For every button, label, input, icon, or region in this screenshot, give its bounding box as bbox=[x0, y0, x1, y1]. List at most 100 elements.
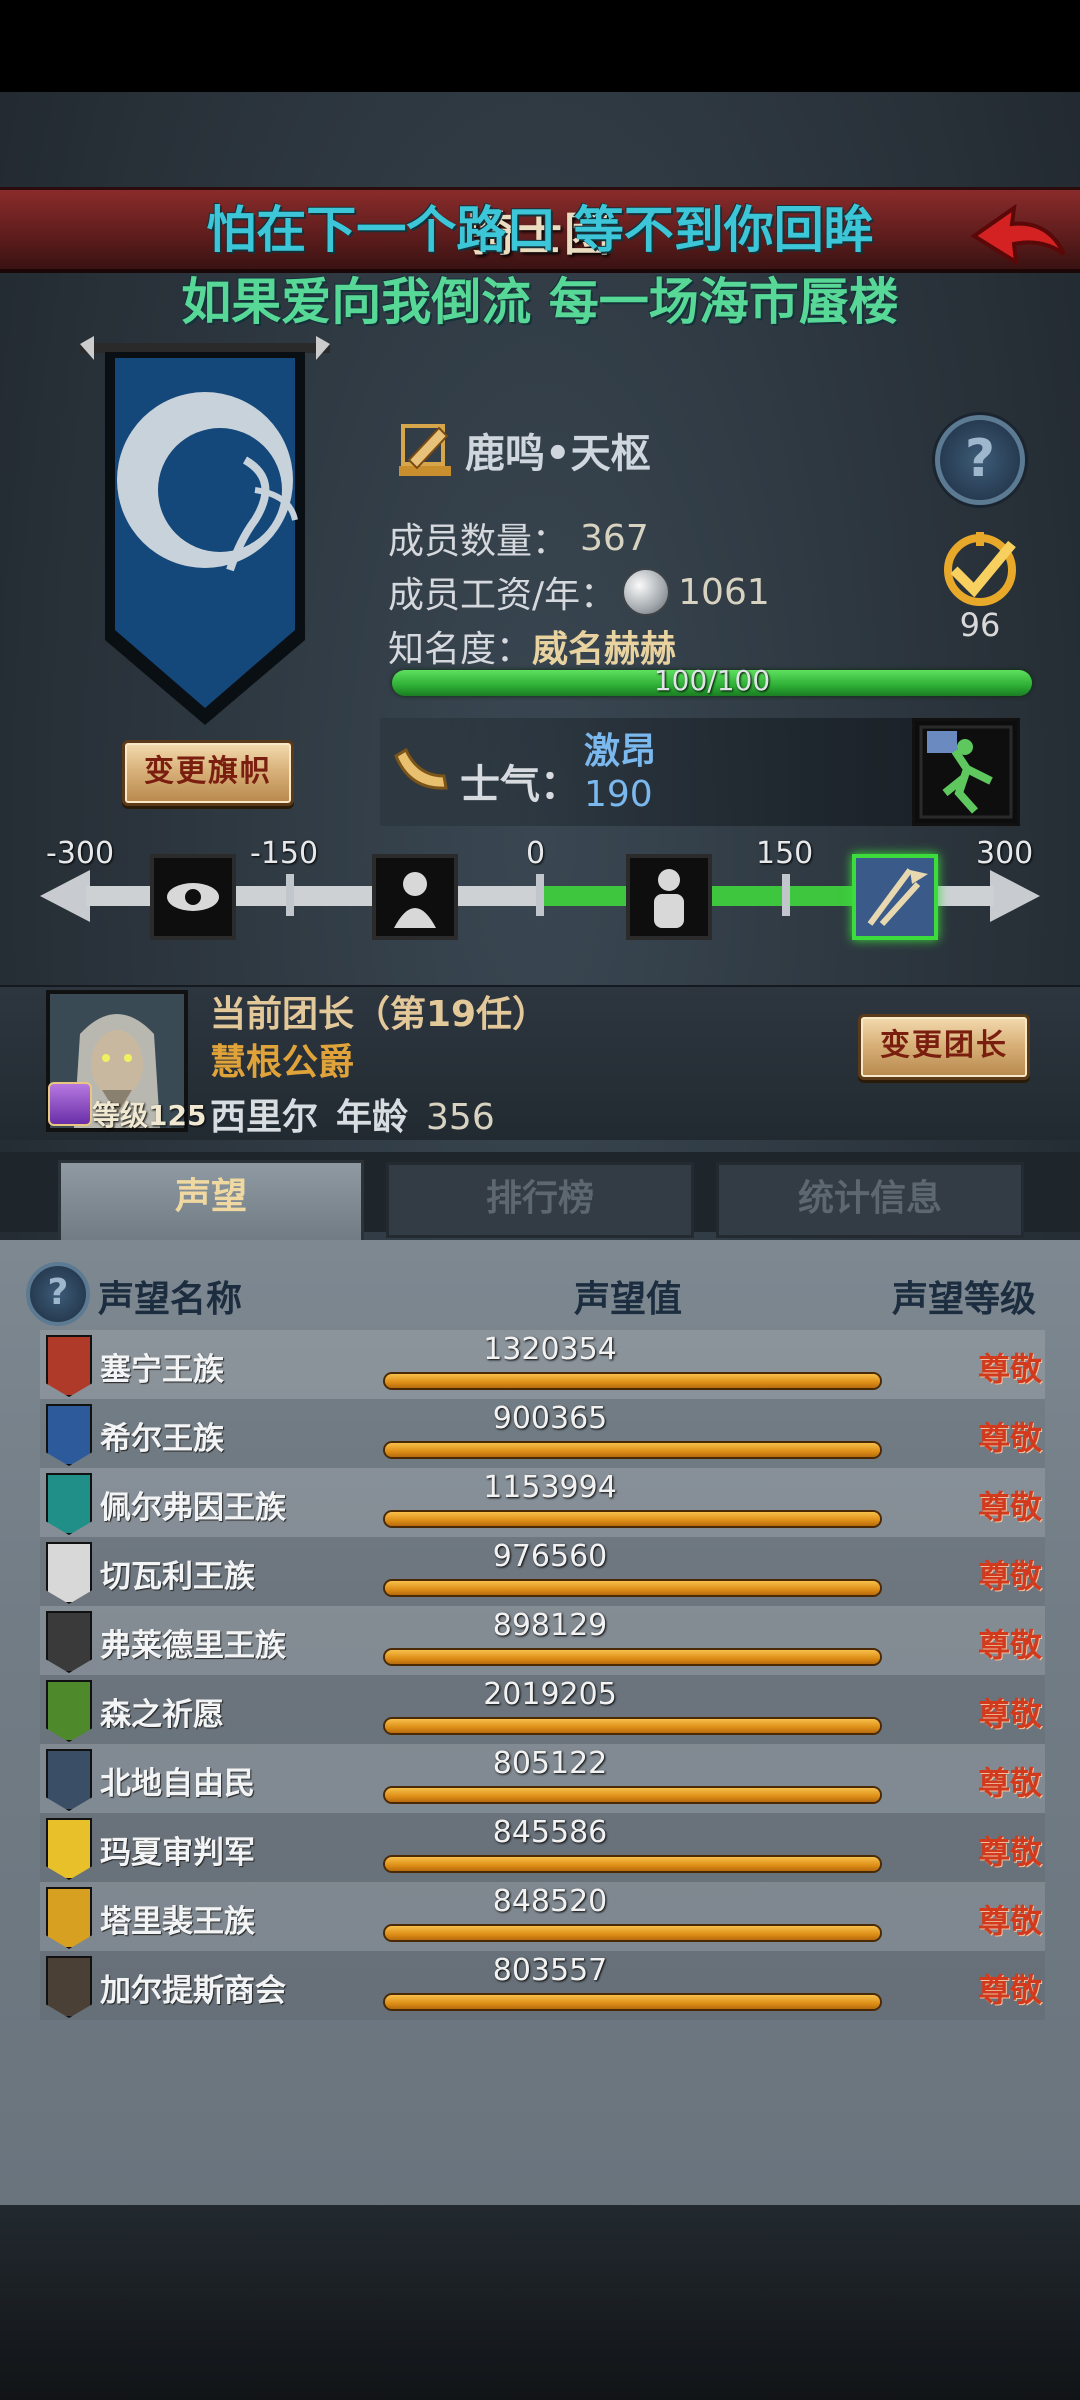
reputation-bar bbox=[385, 1857, 880, 1871]
horn-icon bbox=[394, 747, 448, 790]
faction-crest-icon bbox=[46, 1818, 92, 1880]
morale-status-icon[interactable] bbox=[912, 718, 1020, 826]
reputation-bar bbox=[385, 1650, 880, 1664]
leader-age-label: 年龄 bbox=[336, 1097, 409, 1138]
morale-tier-heroic-icon[interactable] bbox=[852, 854, 938, 940]
reputation-bar bbox=[385, 1512, 880, 1526]
header-level: 声望等级 bbox=[892, 1279, 1037, 1320]
lyric-line-1: 怕在下一个路口 等不到你回眸 bbox=[206, 201, 874, 259]
reputation-level: 尊敬 bbox=[978, 1488, 1043, 1526]
reputation-bar bbox=[385, 1926, 880, 1940]
faction-crest-icon bbox=[46, 1749, 92, 1811]
header-name: 声望名称 bbox=[98, 1279, 243, 1320]
leader-age: 356 bbox=[426, 1097, 495, 1138]
emblem-badge[interactable]: 96 bbox=[930, 530, 1030, 644]
reputation-value: 1320354 bbox=[483, 1332, 617, 1367]
salary-row: 成员工资/年： 1061 bbox=[388, 566, 770, 618]
faction-name: 弗莱德里王族 bbox=[100, 1628, 286, 1664]
reputation-value: 1153994 bbox=[483, 1470, 617, 1505]
table-row[interactable]: 塞宁王族 1320354 尊敬 bbox=[40, 1330, 1045, 1399]
reputation-level: 尊敬 bbox=[978, 1971, 1043, 2009]
table-row[interactable]: 北地自由民 805122 尊敬 bbox=[40, 1744, 1045, 1813]
reputation-value: 805122 bbox=[492, 1746, 608, 1781]
reputation-bar bbox=[385, 1995, 880, 2009]
member-count-row: 成员数量： 367 bbox=[388, 512, 649, 564]
lyric-line-2: 如果爱向我倒流 每一场海市蜃楼 bbox=[181, 273, 899, 331]
reputation-level: 尊敬 bbox=[978, 1695, 1043, 1733]
reputation-bar bbox=[385, 1581, 880, 1595]
faction-name: 玛夏审判军 bbox=[100, 1835, 255, 1871]
faction-crest-icon bbox=[46, 1335, 92, 1397]
reputation-value: 803557 bbox=[492, 1953, 608, 1988]
table-row[interactable]: 切瓦利王族 976560 尊敬 bbox=[40, 1537, 1045, 1606]
guild-name-row: 鹿鸣•天枢 bbox=[395, 420, 651, 480]
faction-crest-icon bbox=[46, 1680, 92, 1742]
edit-icon[interactable] bbox=[395, 420, 455, 480]
leader-title: 当前团长（第19任） bbox=[210, 994, 549, 1035]
table-row[interactable]: 佩尔弗因王族 1153994 尊敬 bbox=[40, 1468, 1045, 1537]
tab-reputation[interactable]: 声望 bbox=[58, 1160, 364, 1244]
reputation-rows: 塞宁王族 1320354 尊敬 希尔王族 900365 尊敬 佩尔弗因王族 11… bbox=[40, 1330, 1045, 2020]
guild-name: 鹿鸣•天枢 bbox=[465, 431, 651, 477]
table-row[interactable]: 森之祈愿 2019205 尊敬 bbox=[40, 1675, 1045, 1744]
leader-rank: 慧根公爵 bbox=[210, 1042, 355, 1083]
help-button[interactable]: ? bbox=[935, 415, 1025, 505]
faction-crest-icon bbox=[46, 1473, 92, 1535]
table-row[interactable]: 弗莱德里王族 898129 尊敬 bbox=[40, 1606, 1045, 1675]
reputation-value: 976560 bbox=[492, 1539, 608, 1574]
reputation-bar bbox=[385, 1719, 880, 1733]
reputation-bar bbox=[385, 1374, 880, 1388]
faction-name: 塔里裴王族 bbox=[100, 1904, 255, 1940]
member-count-label: 成员数量： bbox=[388, 521, 569, 562]
faction-crest-icon bbox=[46, 1611, 92, 1673]
morale-state: 激昂 bbox=[584, 731, 657, 772]
faction-name: 佩尔弗因王族 bbox=[100, 1490, 286, 1526]
level-badge-icon bbox=[48, 1082, 92, 1126]
reputation-level: 尊敬 bbox=[978, 1557, 1043, 1595]
faction-name: 切瓦利王族 bbox=[100, 1559, 255, 1595]
table-help-button[interactable]: ? bbox=[26, 1262, 90, 1326]
back-arrow-icon[interactable] bbox=[968, 198, 1068, 278]
salary-label: 成员工资/年： bbox=[388, 575, 617, 616]
guild-banner-icon bbox=[80, 336, 330, 725]
tab-leaderboard[interactable]: 排行榜 bbox=[386, 1162, 694, 1238]
change-leader-button[interactable]: 变更团长 bbox=[858, 1014, 1030, 1080]
leader-name: 西里尔 bbox=[210, 1097, 319, 1138]
reputation-value: 898129 bbox=[492, 1608, 608, 1643]
tab-statistics[interactable]: 统计信息 bbox=[716, 1162, 1024, 1238]
morale-value: 190 bbox=[584, 774, 653, 815]
reputation-value: 2019205 bbox=[483, 1677, 617, 1712]
change-flag-button[interactable]: 变更旗帜 bbox=[122, 740, 294, 806]
reputation-level: 尊敬 bbox=[978, 1764, 1043, 1802]
faction-name: 北地自由民 bbox=[100, 1766, 255, 1802]
morale-tier-calm-icon[interactable] bbox=[626, 854, 712, 940]
table-row[interactable]: 希尔王族 900365 尊敬 bbox=[40, 1399, 1045, 1468]
leader-level: 等级125 bbox=[92, 1099, 207, 1132]
faction-name: 森之祈愿 bbox=[100, 1697, 224, 1733]
morale-tier-eye-icon[interactable] bbox=[150, 854, 236, 940]
reputation-level: 尊敬 bbox=[978, 1350, 1043, 1388]
morale-tier-despair-icon[interactable] bbox=[372, 854, 458, 940]
faction-name: 希尔王族 bbox=[100, 1421, 224, 1457]
reputation-level: 尊敬 bbox=[978, 1902, 1043, 1940]
member-count-value: 367 bbox=[580, 517, 649, 559]
morale-label: 士气： bbox=[460, 762, 580, 808]
reputation-value: 845586 bbox=[492, 1815, 608, 1850]
header-value: 声望值 bbox=[574, 1279, 683, 1320]
reputation-bar bbox=[385, 1443, 880, 1457]
reputation-level: 尊敬 bbox=[978, 1833, 1043, 1871]
reputation-level: 尊敬 bbox=[978, 1626, 1043, 1664]
reputation-level: 尊敬 bbox=[978, 1419, 1043, 1457]
faction-crest-icon bbox=[46, 1404, 92, 1466]
table-row[interactable]: 塔里裴王族 848520 尊敬 bbox=[40, 1882, 1045, 1951]
leader-name-row: 西里尔 年龄 356 bbox=[210, 1088, 513, 1140]
faction-crest-icon bbox=[46, 1542, 92, 1604]
reputation-bar bbox=[385, 1788, 880, 1802]
gold-emblem-icon bbox=[944, 532, 1016, 606]
table-row[interactable]: 加尔提斯商会 803557 尊敬 bbox=[40, 1951, 1045, 2020]
table-row[interactable]: 玛夏审判军 845586 尊敬 bbox=[40, 1813, 1045, 1882]
status-bar-area bbox=[0, 0, 1080, 92]
salary-value: 1061 bbox=[678, 571, 770, 613]
reputation-value: 900365 bbox=[492, 1401, 608, 1436]
faction-name: 塞宁王族 bbox=[100, 1352, 224, 1388]
